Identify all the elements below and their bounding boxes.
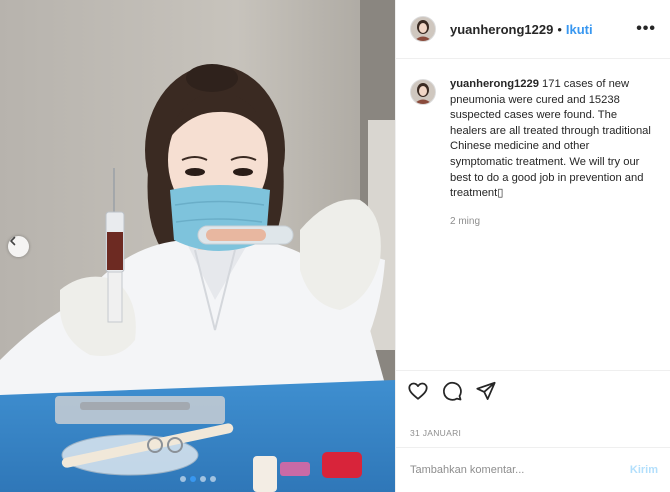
avatar[interactable] xyxy=(410,16,436,42)
photo-illustration xyxy=(0,0,395,492)
post-comment-button[interactable]: Kirim xyxy=(630,464,658,476)
caption-username-link[interactable]: yuanherong1229 xyxy=(450,78,539,90)
post-header: yuanherong1229 • Ikuti ••• xyxy=(396,0,670,59)
instagram-post: yuanherong1229 • Ikuti ••• yuanherong122… xyxy=(0,0,670,492)
more-options-icon[interactable]: ••• xyxy=(636,20,656,38)
caption-avatar[interactable] xyxy=(410,79,436,105)
follow-button[interactable]: Ikuti xyxy=(566,22,593,37)
comment-icon xyxy=(443,381,462,401)
caption-time: 2 ming xyxy=(450,215,481,227)
avatar-image xyxy=(411,17,435,41)
carousel-dot xyxy=(199,476,206,482)
chevron-left-icon xyxy=(10,236,16,246)
carousel-dot xyxy=(209,476,216,482)
comment-input[interactable] xyxy=(410,464,630,476)
avatar-image xyxy=(411,80,435,104)
like-button[interactable] xyxy=(407,380,429,402)
share-button[interactable] xyxy=(475,380,497,402)
carousel-dot xyxy=(179,476,186,482)
post-date: 31 JANUARI xyxy=(410,428,462,438)
comment-bar: Kirim xyxy=(396,447,670,492)
comment-button[interactable] xyxy=(441,380,463,402)
caption-text: 171 cases of new pneumonia were cured an… xyxy=(450,78,651,200)
heart-icon xyxy=(408,382,428,400)
post-photo[interactable] xyxy=(0,0,395,492)
username-link[interactable]: yuanherong1229 xyxy=(450,22,553,37)
separator-dot: • xyxy=(557,21,562,37)
post-side-panel: yuanherong1229 • Ikuti ••• yuanherong122… xyxy=(395,0,670,492)
carousel-dot-active xyxy=(189,476,196,482)
caption-body: yuanherong1229 171 cases of new pneumoni… xyxy=(450,77,654,229)
post-actions xyxy=(396,370,670,410)
carousel-prev-button[interactable] xyxy=(8,236,29,257)
post-caption: yuanherong1229 171 cases of new pneumoni… xyxy=(396,59,670,229)
share-icon xyxy=(476,381,496,400)
carousel-indicator xyxy=(0,476,395,482)
